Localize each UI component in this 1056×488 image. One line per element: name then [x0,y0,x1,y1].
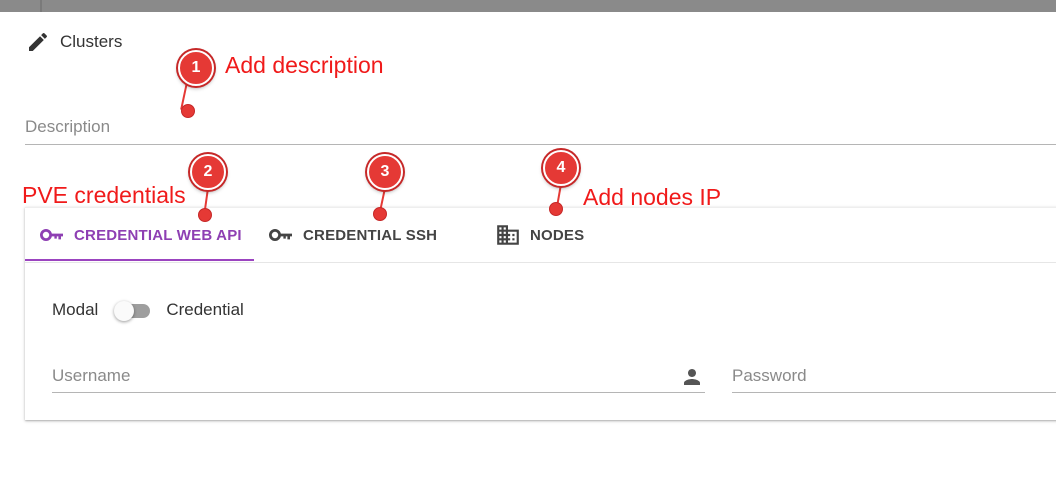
password-field[interactable]: Password [732,366,807,386]
annotation-1-dot [181,104,195,118]
key-icon [269,228,292,241]
annotation-3-badge: 3 [367,154,403,190]
toggle-right-label: Credential [166,300,244,319]
username-underline [52,392,705,393]
dialog-header: Clusters [26,30,122,54]
dialog-title: Clusters [60,32,123,51]
annotation-2-badge: 2 [190,154,226,190]
password-underline [732,392,1056,393]
tab-nodes[interactable]: NODES [495,208,584,262]
description-field[interactable]: Description [25,117,110,137]
background-bar [0,0,1056,12]
pencil-icon [29,32,48,51]
mode-toggle-row: Modal Credential [52,300,244,321]
annotation-3-dot [373,207,387,221]
tab-label: NODES [530,226,585,244]
credentials-card: CREDENTIAL WEB API CREDENTIAL SSH NODES … [25,207,1056,420]
switch-thumb [114,301,135,321]
username-field[interactable]: Username [52,366,130,386]
annotation-2-text: PVE credentials [22,182,186,208]
key-icon [40,228,63,241]
person-icon [684,369,700,385]
annotation-4-text: Add nodes IP [583,184,722,210]
annotation-2-dot [198,208,212,222]
annotation-4-badge: 4 [543,150,579,186]
active-tab-indicator [25,259,254,261]
background-divider [40,0,42,12]
annotation-4-dot [549,202,563,216]
tab-label: CREDENTIAL WEB API [74,226,242,244]
tab-bar: CREDENTIAL WEB API CREDENTIAL SSH NODES [25,208,1056,263]
annotation-1-text: Add description [225,52,384,78]
annotation-1-badge: 1 [178,50,214,86]
toggle-left-label: Modal [52,300,99,319]
description-underline [25,144,1056,145]
tab-credential-ssh[interactable]: CREDENTIAL SSH [268,208,437,262]
mode-toggle-switch[interactable] [114,300,154,321]
building-icon [497,225,519,245]
tab-label: CREDENTIAL SSH [303,226,438,244]
